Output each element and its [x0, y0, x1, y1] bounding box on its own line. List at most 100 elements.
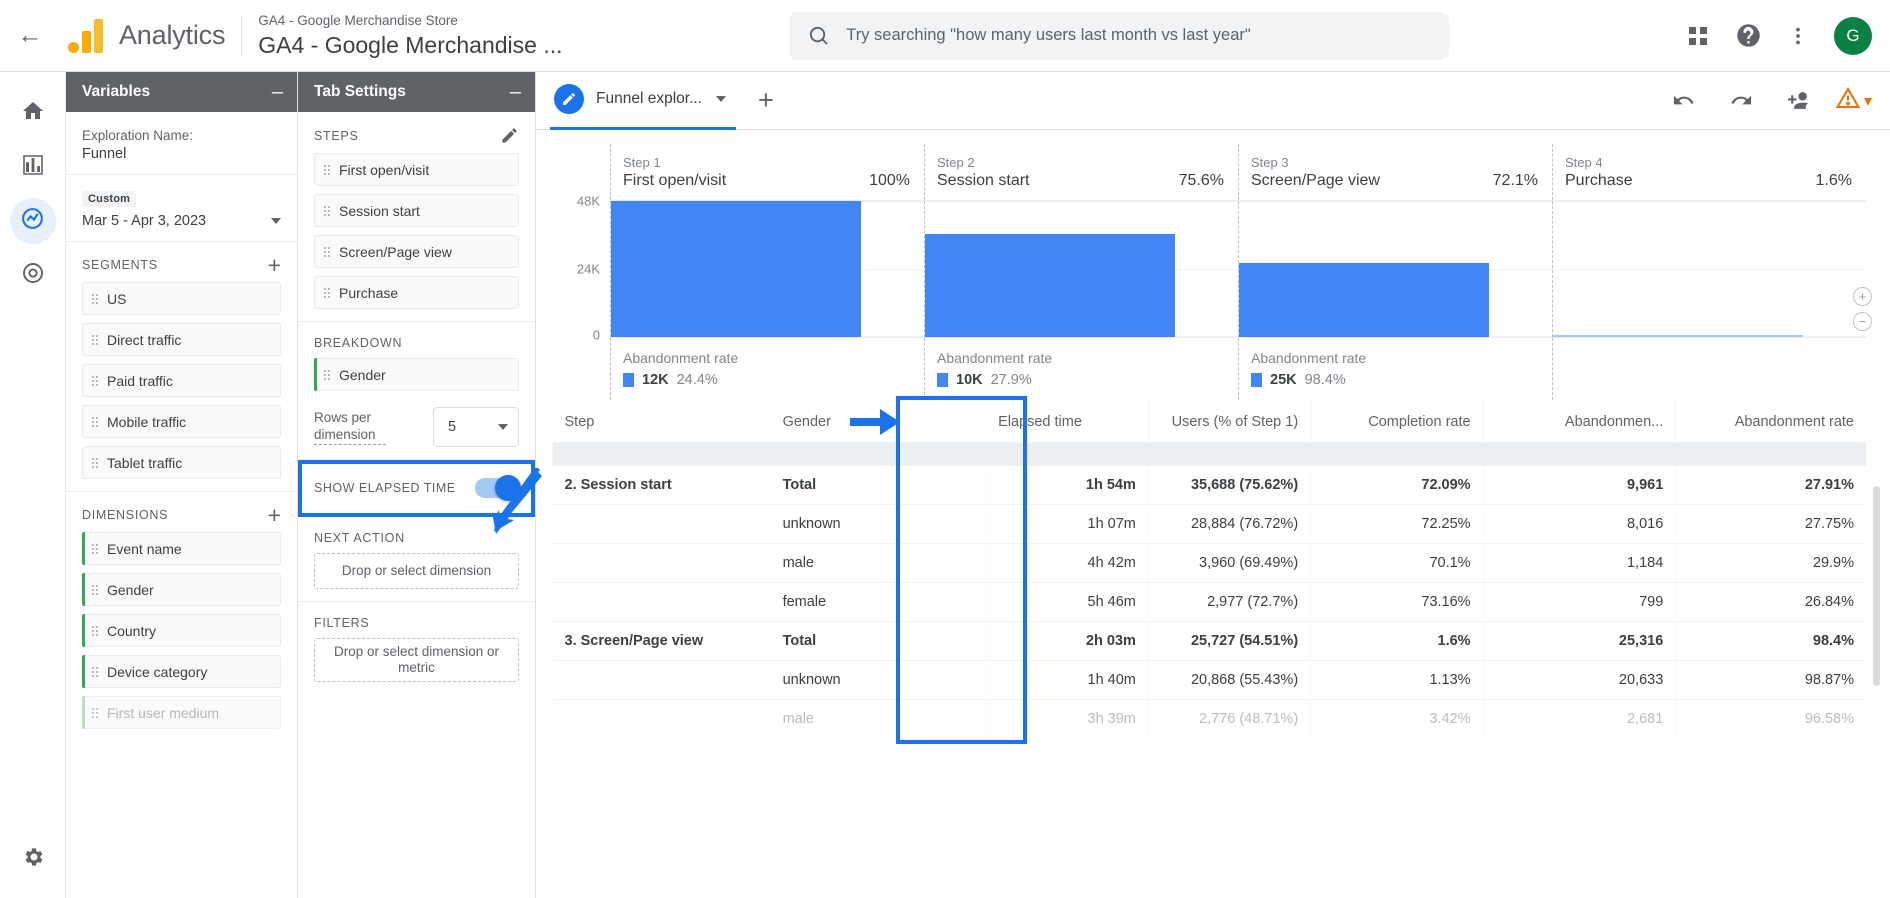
cell-completion-rate: 3.42% — [1310, 699, 1484, 738]
abandonment-rate: 98.4% — [1304, 372, 1346, 388]
drag-handle-icon[interactable] — [92, 375, 98, 386]
drag-handle-icon[interactable] — [92, 543, 98, 554]
exploration-name-value[interactable]: Funnel — [82, 146, 281, 162]
list-item[interactable]: Gender — [82, 573, 281, 606]
list-item[interactable]: Event name — [82, 532, 281, 565]
redo-icon[interactable] — [1720, 79, 1764, 123]
search-input[interactable]: Try searching "how many users last month… — [789, 11, 1450, 60]
sidebar-item-explore[interactable] — [9, 198, 56, 244]
table-row[interactable]: male 4h 42m 3,960 (69.49%) 70.1% 1,184 2… — [552, 543, 1866, 583]
warning-indicator[interactable]: ▾ — [1835, 86, 1872, 115]
abandonment-cell: Abandonment rate 25K 98.4% — [1238, 338, 1552, 400]
rows-per-dimension-select[interactable]: 5 — [433, 407, 519, 447]
list-item[interactable]: First open/visit — [314, 153, 519, 186]
column-header-users[interactable]: Users (% of Step 1) — [1147, 400, 1311, 443]
add-dimension-button[interactable]: + — [268, 504, 281, 527]
funnel-bar-cell[interactable] — [1238, 201, 1552, 337]
list-item[interactable]: First user medium — [82, 696, 281, 729]
list-item[interactable]: Session start — [314, 194, 519, 227]
abandonment-rate: 27.9% — [990, 372, 1032, 388]
filters-dropzone[interactable]: Drop or select dimension or metric — [314, 638, 519, 682]
help-icon[interactable] — [1726, 14, 1770, 58]
list-item[interactable]: Paid traffic — [82, 364, 281, 397]
next-action-dropzone[interactable]: Drop or select dimension — [314, 553, 519, 589]
list-item[interactable]: Mobile traffic — [82, 405, 281, 438]
funnel-bar-cell[interactable] — [1552, 201, 1866, 337]
drag-handle-icon[interactable] — [92, 457, 98, 468]
avatar[interactable]: G — [1834, 16, 1872, 55]
variables-collapse-button[interactable]: – — [272, 82, 283, 102]
table-row[interactable]: unknown 1h 07m 28,884 (76.72%) 72.25% 8,… — [552, 504, 1866, 544]
drag-handle-icon[interactable] — [92, 416, 98, 427]
zoom-in-button[interactable]: + — [1853, 287, 1872, 306]
list-item[interactable]: Screen/Page view — [314, 235, 519, 268]
table-vertical-scrollbar[interactable] — [1873, 486, 1880, 894]
zoom-out-button[interactable]: − — [1853, 312, 1872, 331]
funnel-step-header[interactable]: Step 3 Screen/Page view 72.1% — [1238, 144, 1552, 200]
drag-handle-icon[interactable] — [92, 334, 98, 345]
table-row[interactable]: male 3h 39m 2,776 (48.71%) 3.42% 2,681 9… — [552, 699, 1866, 738]
table-row[interactable]: 2. Session start Total 1h 54m 35,688 (75… — [552, 465, 1866, 505]
column-header-abandonments[interactable]: Abandonmen... — [1482, 400, 1676, 443]
property-subtitle: GA4 - Google Merchandise Store — [258, 12, 458, 28]
list-item[interactable]: Gender — [314, 358, 519, 391]
list-item[interactable]: US — [82, 282, 281, 315]
column-header-completion-rate[interactable]: Completion rate — [1310, 400, 1484, 443]
drag-handle-icon[interactable] — [92, 584, 98, 595]
back-arrow-icon[interactable]: ← — [10, 16, 50, 56]
cell-elapsed-time: 5h 46m — [985, 582, 1149, 622]
drag-handle-icon[interactable] — [324, 287, 330, 298]
funnel-bar-cell[interactable] — [610, 201, 924, 337]
drag-handle-icon[interactable] — [92, 666, 98, 677]
show-elapsed-time-setting[interactable]: SHOW ELAPSED TIME — [298, 460, 535, 517]
list-item[interactable]: Tablet traffic — [82, 446, 281, 479]
pencil-icon[interactable] — [500, 126, 519, 145]
drag-handle-icon[interactable] — [92, 707, 98, 718]
chevron-down-icon — [271, 218, 281, 224]
column-header-gender[interactable]: Gender — [771, 400, 987, 443]
funnel-bar-cell[interactable] — [924, 201, 1238, 337]
tab-settings-collapse-button[interactable]: – — [510, 82, 521, 102]
scrollbar-thumb[interactable] — [1873, 486, 1880, 686]
add-tab-button[interactable]: + — [758, 85, 774, 116]
funnel-bar[interactable] — [1239, 263, 1490, 337]
list-item[interactable]: Direct traffic — [82, 323, 281, 356]
table-row[interactable]: 3. Screen/Page view Total 2h 03m 25,727 … — [552, 621, 1866, 661]
undo-icon[interactable] — [1662, 79, 1706, 123]
more-vertical-icon[interactable] — [1776, 14, 1820, 58]
column-header-step[interactable]: Step — [553, 400, 771, 443]
segment-label: Paid traffic — [107, 372, 173, 389]
date-range-selector[interactable]: Mar 5 - Apr 3, 2023 — [82, 213, 281, 229]
funnel-step-header[interactable]: Step 4 Purchase 1.6% — [1552, 144, 1866, 200]
list-item[interactable]: Purchase — [314, 276, 519, 309]
property-selector[interactable]: GA4 - Google Merchandise Store GA4 - Goo… — [258, 12, 562, 60]
drag-handle-icon[interactable] — [92, 625, 98, 636]
drag-handle-icon[interactable] — [324, 246, 330, 257]
chevron-down-icon[interactable] — [715, 96, 726, 102]
cell-completion-rate: 72.25% — [1310, 504, 1484, 544]
table-row[interactable]: female 5h 46m 2,977 (72.7%) 73.16% 799 2… — [552, 582, 1866, 622]
drag-handle-icon[interactable] — [324, 205, 330, 216]
drag-handle-icon[interactable] — [324, 164, 330, 175]
table-row[interactable]: unknown 1h 40m 20,868 (55.43%) 1.13% 20,… — [552, 660, 1866, 700]
sidebar-item-admin[interactable] — [10, 836, 56, 882]
column-header-abandonment-rate[interactable]: Abandonment rate — [1675, 400, 1866, 443]
show-elapsed-time-toggle[interactable] — [475, 475, 521, 501]
funnel-bar[interactable] — [925, 234, 1176, 337]
share-person-icon[interactable] — [1778, 79, 1822, 123]
sidebar-item-reports[interactable] — [10, 144, 56, 190]
sidebar-item-home[interactable] — [10, 90, 56, 136]
tab-funnel-exploration[interactable]: Funnel explor... — [550, 72, 736, 130]
drag-handle-icon[interactable] — [324, 369, 330, 380]
funnel-bar[interactable] — [1553, 335, 1804, 337]
funnel-step-header[interactable]: Step 1 First open/visit 100% — [610, 144, 924, 200]
funnel-step-header[interactable]: Step 2 Session start 75.6% — [924, 144, 1238, 200]
apps-grid-icon[interactable] — [1676, 14, 1720, 58]
list-item[interactable]: Device category — [82, 655, 281, 688]
column-header-elapsed-time[interactable]: Elapsed time — [986, 400, 1148, 443]
add-segment-button[interactable]: + — [268, 254, 281, 277]
sidebar-item-advertising[interactable] — [10, 252, 56, 298]
list-item[interactable]: Country — [82, 614, 281, 647]
funnel-bar[interactable] — [611, 201, 862, 337]
drag-handle-icon[interactable] — [92, 293, 98, 304]
